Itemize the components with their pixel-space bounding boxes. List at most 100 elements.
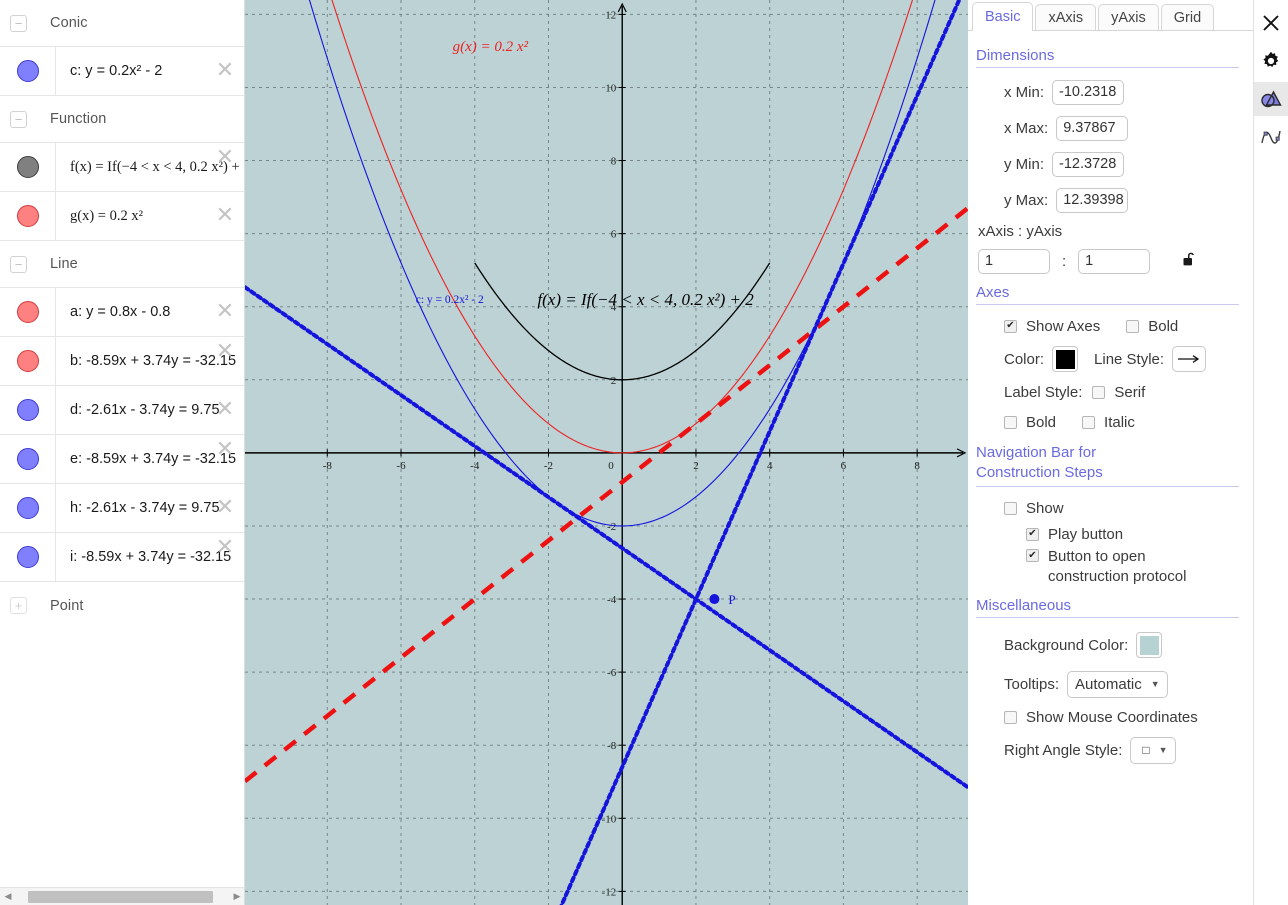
object-visibility-toggle[interactable] [0,288,56,336]
delete-object-button[interactable]: ✕ [214,300,236,323]
axis-ratio-label: xAxis : yAxis [978,222,1063,240]
right-angle-dropdown[interactable]: □ ▼ [1130,736,1176,764]
object-color-marker[interactable] [16,301,39,323]
axes-color-swatch[interactable] [1052,346,1079,372]
object-color-marker[interactable] [16,399,39,421]
object-visibility-toggle[interactable] [0,386,56,434]
delete-object-button[interactable]: ✕ [214,146,236,169]
object-color-marker[interactable] [16,350,39,372]
axes-bold-checkbox[interactable] [1126,319,1140,333]
object-visibility-toggle[interactable] [0,47,56,95]
y-min-input[interactable]: -12.3728 [1052,151,1125,177]
construction-protocol-checkbox[interactable] [1026,549,1039,562]
section-divider [976,617,1239,618]
mouse-coords-label: Show Mouse Coordinates [1026,708,1198,726]
point-label-P: P [728,592,735,607]
algebra-horizontal-scrollbar[interactable]: ◀ ▶ [0,887,244,905]
close-icon[interactable] [1254,6,1288,40]
delete-object-button[interactable]: ✕ [214,204,236,227]
x-min-label: x Min: [1004,83,1045,101]
delete-object-button[interactable]: ✕ [214,496,236,519]
algebra-row[interactable]: h: -2.61x - 3.74y = 9.75 ✕ [0,484,244,533]
point-P[interactable] [709,594,720,605]
algebra-row[interactable]: a: y = 0.8x - 0.8 ✕ [0,288,244,337]
object-visibility-toggle[interactable] [0,192,56,240]
object-color-marker[interactable] [16,156,39,178]
play-button-label: Play button [1048,525,1124,543]
object-color-marker[interactable] [16,205,39,227]
background-color-row: Background Color: [968,624,1253,666]
play-button-checkbox[interactable] [1026,527,1039,541]
gear-icon[interactable] [1254,44,1288,78]
scroll-left-arrow-icon[interactable]: ◀ [0,888,16,905]
delete-object-button[interactable]: ✕ [214,398,236,421]
object-color-marker[interactable] [16,497,39,519]
x-max-input[interactable]: 9.37867 [1056,115,1129,141]
delete-object-button[interactable]: ✕ [214,59,236,82]
algebra-row[interactable]: g(x) = 0.2 x² ✕ [0,192,244,241]
arrow-line-icon[interactable] [1172,346,1207,372]
tab-basic[interactable]: Basic [972,2,1034,31]
serif-checkbox[interactable] [1092,385,1106,399]
graphics-view-icon[interactable] [1254,120,1288,154]
object-color-marker[interactable] [16,60,39,82]
object-visibility-toggle[interactable] [0,484,56,532]
algebra-row[interactable]: i: -8.59x + 3.74y = -32.15 ✕ [0,533,244,582]
minus-icon[interactable]: − [10,255,27,273]
minus-icon[interactable]: − [10,14,27,32]
label-style-label: Label Style: [1004,383,1083,401]
object-visibility-toggle[interactable] [0,435,56,483]
object-visibility-toggle[interactable] [0,533,56,581]
x-axis-tick-label: -6 [396,460,406,472]
graphics-view[interactable]: -8 -6 -4 -2 0 2 4 6 8 12 10 8 6 4 2 -2 -4 -6 -8 -10 -12 g(x) … [245,0,968,905]
mouse-coords-checkbox[interactable] [1004,710,1017,724]
unlocked-padlock-icon[interactable] [1182,250,1198,272]
delete-object-button[interactable]: ✕ [214,536,236,559]
tab-grid[interactable]: Grid [1160,4,1215,31]
x-max-row: x Max: 9.37867 [968,110,1253,146]
chevron-down-icon: ▼ [1158,745,1168,755]
algebra-group-title: Conic [50,15,88,31]
tooltips-dropdown[interactable]: Automatic ▼ [1067,670,1168,698]
y-axis-tick-label: -10 [602,813,617,825]
algebra-group-header-function: − Function [0,96,244,143]
navbar-show-checkbox[interactable] [1004,501,1017,515]
scrollbar-thumb[interactable] [28,890,213,903]
object-color-marker[interactable] [16,448,39,470]
object-color-marker[interactable] [16,546,39,568]
delete-object-button[interactable]: ✕ [214,340,236,363]
mouse-coords-row: Show Mouse Coordinates [968,702,1253,732]
y-axis-tick-label: -2 [607,521,616,533]
line-style-label: Line Style: [1094,350,1165,368]
object-visibility-toggle[interactable] [0,143,56,191]
algebra-row[interactable]: b: -8.59x + 3.74y = -32.15 ✕ [0,337,244,386]
scroll-right-arrow-icon[interactable]: ▶ [229,888,244,905]
y-max-input[interactable]: 12.39398 [1056,187,1129,213]
ratio-x-input[interactable]: 1 [978,248,1050,274]
label-bold-label: Bold [1026,413,1057,431]
curve-label-c: c: y = 0.2x² - 2 [416,294,484,306]
background-color-swatch[interactable] [1136,632,1163,658]
algebra-row[interactable]: f(x) = If(−4 < x < 4, 0.2 x²) + ✕ [0,143,244,192]
algebra-row[interactable]: d: -2.61x - 3.74y = 9.75 ✕ [0,386,244,435]
algebra-row[interactable]: e: -8.59x + 3.74y = -32.15 ✕ [0,435,244,484]
graph-canvas[interactable]: -8 -6 -4 -2 0 2 4 6 812108642-2-4-6-8-10-12g(x) … [245,0,968,905]
y-axis-tick-label: -12 [602,886,617,898]
y-axis-tick-label: -8 [607,740,617,752]
label-bold-checkbox[interactable] [1004,415,1017,429]
plus-icon[interactable]: + [10,597,27,614]
scrollbar-track[interactable] [16,888,229,905]
shapes-properties-icon[interactable] [1254,82,1288,116]
show-axes-checkbox[interactable] [1004,319,1017,333]
algebra-row[interactable]: c: y = 0.2x² - 2 ✕ [0,47,244,96]
ratio-y-input[interactable]: 1 [1078,248,1151,274]
minus-icon[interactable]: − [10,110,27,128]
object-visibility-toggle[interactable] [0,337,56,385]
tab-xaxis[interactable]: xAxis [1035,4,1097,31]
x-min-input[interactable]: -10.2318 [1052,79,1125,105]
tab-yaxis[interactable]: yAxis [1098,4,1159,31]
delete-object-button[interactable]: ✕ [214,438,236,461]
right-angle-value: □ [1142,743,1150,757]
label-italic-label: Italic [1104,413,1135,431]
label-italic-checkbox[interactable] [1082,415,1096,429]
